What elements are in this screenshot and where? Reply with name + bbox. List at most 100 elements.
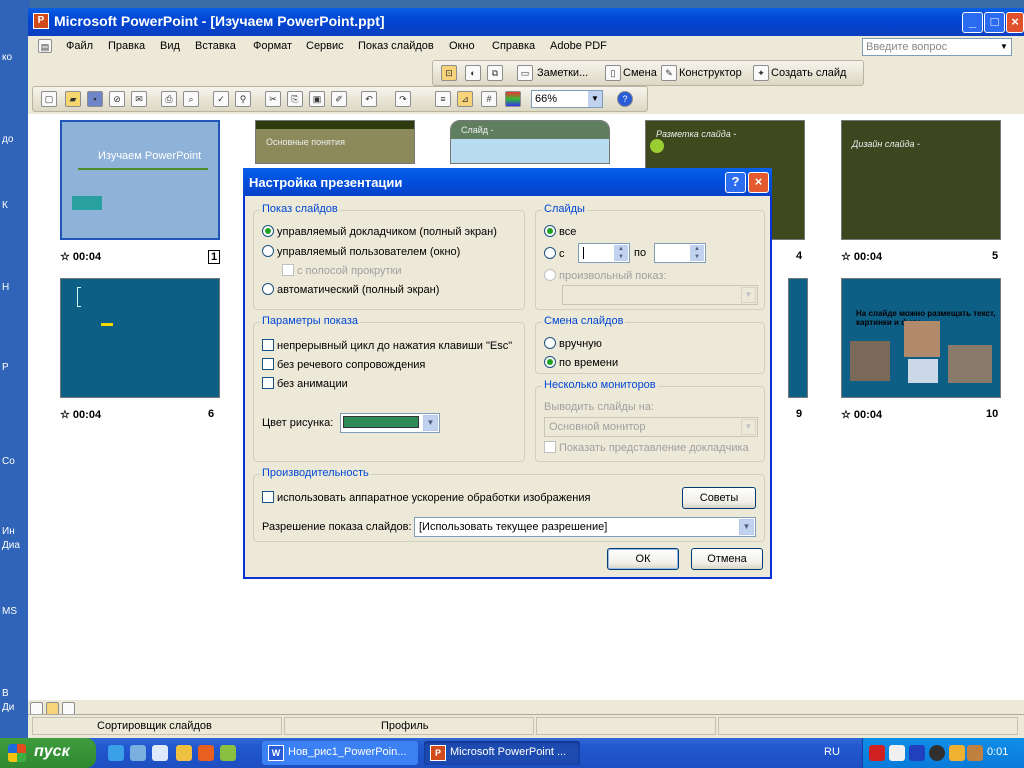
- scrollbar-checkbox[interactable]: с полосой прокрутки: [282, 264, 401, 277]
- start-button[interactable]: пуск: [0, 738, 96, 768]
- slide-thumbnail[interactable]: Дизайн слайда -: [841, 120, 1001, 240]
- language-indicator[interactable]: RU: [824, 746, 840, 758]
- show-formatting-icon[interactable]: ⊡: [441, 65, 457, 81]
- from-radio[interactable]: с: [544, 247, 565, 260]
- slide-thumbnail[interactable]: [60, 278, 220, 398]
- kiosk-radio[interactable]: автоматический (полный экран): [262, 283, 439, 296]
- save-icon[interactable]: ▪: [87, 91, 103, 107]
- media-icon[interactable]: [198, 745, 214, 761]
- hardware-acceleration-checkbox[interactable]: использовать аппаратное ускорение обрабо…: [262, 491, 590, 504]
- spelling-icon[interactable]: ✓: [213, 91, 229, 107]
- slide-thumbnail[interactable]: Слайд -: [450, 120, 610, 164]
- expand-icon[interactable]: ≡: [435, 91, 451, 107]
- resolution-select[interactable]: [Использовать текущее разрешение] ▼: [414, 517, 756, 537]
- no-narration-checkbox[interactable]: без речевого сопровождения: [262, 358, 425, 371]
- menu-insert[interactable]: Вставка: [195, 40, 236, 52]
- spin-down-icon[interactable]: ▼: [614, 253, 628, 261]
- chevron-down-icon[interactable]: ▼: [741, 419, 756, 435]
- menu-tools[interactable]: Сервис: [306, 40, 344, 52]
- chevron-down-icon[interactable]: ▼: [588, 91, 602, 107]
- chevron-down-icon[interactable]: ▼: [423, 415, 438, 431]
- slide-thumbnail[interactable]: На слайде можно размещать текст, картинк…: [841, 278, 1001, 398]
- copy-icon[interactable]: ⎘: [287, 91, 303, 107]
- monitor-icon[interactable]: [909, 745, 925, 761]
- format-painter-icon[interactable]: ✐: [331, 91, 347, 107]
- menu-window[interactable]: Окно: [449, 40, 475, 52]
- menu-view[interactable]: Вид: [160, 40, 180, 52]
- redo-icon[interactable]: ↷: [395, 91, 411, 107]
- antivirus-icon[interactable]: [869, 745, 885, 761]
- slide-thumbnail[interactable]: Изучаем PowerPoint: [60, 120, 220, 240]
- notes-button[interactable]: Заметки...: [537, 67, 588, 79]
- transition-icon[interactable]: ▯: [605, 65, 621, 81]
- manual-radio[interactable]: вручную: [544, 337, 602, 350]
- undo-icon[interactable]: ↶: [361, 91, 377, 107]
- app-icon[interactable]: [220, 745, 236, 761]
- monitor-select[interactable]: Основной монитор ▼: [544, 417, 758, 437]
- chevron-down-icon[interactable]: ▼: [739, 519, 754, 535]
- tips-button[interactable]: Советы: [682, 487, 756, 509]
- presenter-view-checkbox[interactable]: Показать представление докладчика: [544, 441, 749, 454]
- to-slide-input[interactable]: ▲ ▼: [654, 243, 706, 263]
- open-folder-icon[interactable]: ▰: [65, 91, 81, 107]
- custom-show-radio[interactable]: произвольный показ:: [544, 269, 667, 282]
- dialog-title-bar[interactable]: Настройка презентации ? ×: [243, 168, 772, 196]
- browser-icon[interactable]: [130, 745, 146, 761]
- transition-button[interactable]: Смена: [623, 67, 657, 79]
- loop-checkbox[interactable]: непрерывный цикл до нажатия клавиши "Esc…: [262, 339, 512, 352]
- color-grayscale-icon[interactable]: [505, 91, 521, 107]
- spin-down-icon[interactable]: ▼: [690, 253, 704, 261]
- ok-button[interactable]: ОК: [607, 548, 679, 570]
- permission-icon[interactable]: ⊘: [109, 91, 125, 107]
- menu-adobe-pdf[interactable]: Adobe PDF: [550, 40, 607, 52]
- close-button[interactable]: ×: [1006, 12, 1024, 33]
- outlook-icon[interactable]: [152, 745, 168, 761]
- research-icon[interactable]: ⚲: [235, 91, 251, 107]
- show-formatting-icon[interactable]: ⊿: [457, 91, 473, 107]
- new-document-icon[interactable]: ▢: [41, 91, 57, 107]
- presenter-radio[interactable]: управляемый докладчиком (полный экран): [262, 225, 497, 238]
- cut-icon[interactable]: ✂: [265, 91, 281, 107]
- individual-radio[interactable]: управляемый пользователем (окно): [262, 245, 460, 258]
- pen-color-select[interactable]: ▼: [340, 413, 440, 433]
- clock-icon[interactable]: [176, 745, 192, 761]
- no-animation-checkbox[interactable]: без анимации: [262, 377, 348, 390]
- designer-button[interactable]: Конструктор: [679, 67, 742, 79]
- chevron-down-icon[interactable]: ▼: [997, 39, 1011, 55]
- taskbar-item-active[interactable]: P Microsoft PowerPoint ...: [424, 741, 580, 765]
- summary-slide-icon[interactable]: ⧉: [487, 65, 503, 81]
- new-slide-icon[interactable]: ✦: [753, 65, 769, 81]
- zoom-select[interactable]: 66% ▼: [531, 90, 603, 108]
- network-icon[interactable]: [889, 745, 905, 761]
- ie-icon[interactable]: [108, 745, 124, 761]
- menu-help[interactable]: Справка: [492, 40, 535, 52]
- menu-slide-show[interactable]: Показ слайдов: [358, 40, 434, 52]
- print-icon[interactable]: ⎙: [161, 91, 177, 107]
- title-bar[interactable]: P Microsoft PowerPoint - [Изучаем PowerP…: [28, 8, 1024, 36]
- slide-thumbnail[interactable]: Основные понятия: [255, 120, 415, 164]
- hide-slide-icon[interactable]: ◐: [465, 65, 481, 81]
- menu-file[interactable]: Файл: [66, 40, 93, 52]
- chevron-down-icon[interactable]: ▼: [741, 287, 756, 303]
- cancel-button[interactable]: Отмена: [691, 548, 763, 570]
- design-icon[interactable]: ✎: [661, 65, 677, 81]
- powerpoint-icon[interactable]: P: [33, 13, 49, 29]
- document-icon[interactable]: ▤: [38, 39, 52, 53]
- spin-up-icon[interactable]: ▲: [690, 245, 704, 253]
- menu-edit[interactable]: Правка: [108, 40, 145, 52]
- help-search-input[interactable]: Введите вопрос ▼: [862, 38, 1012, 56]
- new-slide-button[interactable]: Создать слайд: [771, 67, 846, 79]
- help-icon[interactable]: ?: [617, 91, 633, 107]
- menu-format[interactable]: Формат: [253, 40, 292, 52]
- minimize-button[interactable]: _: [962, 12, 983, 33]
- from-slide-input[interactable]: ▲ ▼: [578, 243, 630, 263]
- tool-icon[interactable]: [949, 745, 965, 761]
- media-icon[interactable]: [929, 745, 945, 761]
- paste-icon[interactable]: ▣: [309, 91, 325, 107]
- notes-icon[interactable]: ▭: [517, 65, 533, 81]
- all-slides-radio[interactable]: все: [544, 225, 576, 238]
- email-icon[interactable]: ✉: [131, 91, 147, 107]
- custom-show-select[interactable]: ▼: [562, 285, 758, 305]
- book-icon[interactable]: [967, 745, 983, 761]
- maximize-button[interactable]: □: [984, 12, 1005, 33]
